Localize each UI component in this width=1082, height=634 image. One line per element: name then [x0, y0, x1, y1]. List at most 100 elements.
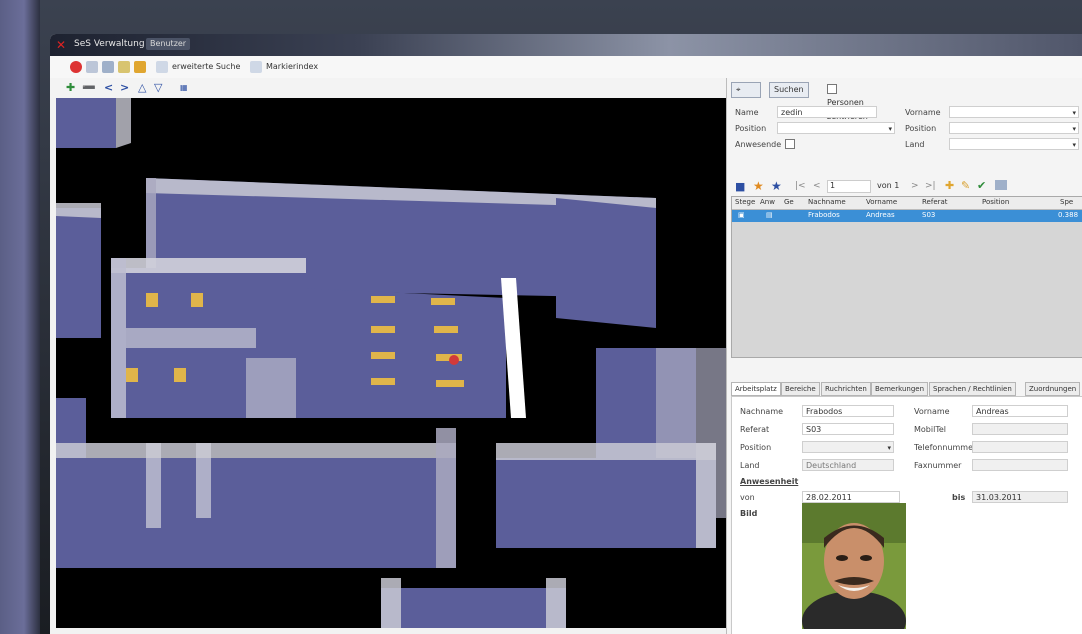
room-lower-right — [496, 458, 716, 548]
checkbox-center-persons[interactable]: Personen zentrieren — [823, 82, 872, 121]
view-icon[interactable]: ▦ — [180, 82, 188, 93]
prev-page-icon[interactable]: < — [813, 181, 821, 191]
page-number-field[interactable]: 1 — [827, 180, 871, 193]
arrow-down-icon[interactable]: ▽ — [154, 82, 162, 93]
room-lower-block — [56, 458, 456, 568]
tab-arbeitsplatz[interactable]: Arbeitsplatz — [731, 382, 781, 396]
room-top-left — [56, 98, 116, 148]
von-field[interactable]: 28.02.2011 — [802, 491, 900, 503]
row-icon: ▣ — [738, 211, 745, 219]
column-header[interactable]: Stege — [735, 198, 755, 206]
room-right — [556, 198, 656, 328]
table-row[interactable]: ▣ ▤ Frabodos Andreas S03 0.388 — [732, 210, 1082, 222]
von-label: von — [740, 493, 755, 502]
tab-bemerkungen[interactable]: Bemerkungen — [871, 382, 929, 396]
title-bar: ✕ SeS Verwaltung Benutzer — [50, 34, 1082, 56]
edit-icon[interactable] — [118, 61, 130, 73]
right-panel: ⌖ Suchen Personen zentrieren Name zedin … — [726, 78, 1082, 634]
land-detail-label: Land — [740, 461, 760, 470]
center-persons-checkbox[interactable] — [827, 83, 837, 94]
marker-icon[interactable] — [250, 61, 262, 73]
table-cell: 0.388 — [1058, 211, 1079, 219]
telefonnummer-field[interactable] — [972, 441, 1068, 453]
add-icon[interactable]: ✚ — [945, 179, 954, 192]
zoom-out-icon[interactable]: ➖ — [82, 82, 96, 93]
zoom-in-icon[interactable]: ✚ — [66, 82, 75, 93]
navigation-toolbar: ✚ ➖ < > △ ▽ ▦ — [50, 78, 726, 98]
key-icon[interactable] — [134, 61, 146, 73]
column-header[interactable]: Anw — [760, 198, 775, 206]
markers-button[interactable]: Markierindex — [266, 62, 318, 71]
folder-icon[interactable]: ■ — [735, 180, 745, 193]
chevron-down-icon: ▾ — [1072, 141, 1076, 149]
person-marker — [449, 355, 459, 365]
telefonnummer-label: Telefonnummer — [914, 443, 977, 452]
position-detail-field[interactable]: ▾ — [802, 441, 894, 453]
referat-field[interactable]: S03 — [802, 423, 894, 435]
grid-header: Stege Anw Ge Nachname Vorname Referat Po… — [732, 197, 1082, 210]
column-header[interactable]: Spe — [1060, 198, 1073, 206]
laptop-edge — [0, 0, 40, 634]
search-icon[interactable] — [156, 61, 168, 73]
extended-search-button[interactable]: erweiterte Suche — [172, 62, 240, 71]
arrow-up-icon[interactable]: △ — [138, 82, 146, 93]
results-grid: Stege Anw Ge Nachname Vorname Referat Po… — [731, 196, 1082, 358]
position2-field[interactable]: ▾ — [949, 122, 1079, 134]
next-page-icon[interactable]: > — [911, 181, 919, 191]
tab-ruchrichten[interactable]: Ruchrichten — [821, 382, 871, 396]
chevron-down-icon: ▾ — [887, 444, 891, 452]
position-detail-label: Position — [740, 443, 772, 452]
arrow-left-icon[interactable]: < — [104, 82, 113, 93]
first-page-icon[interactable]: |< — [795, 181, 806, 191]
arrow-right-icon[interactable]: > — [120, 82, 129, 93]
tab-pin[interactable]: ⌖ — [731, 82, 761, 98]
column-header[interactable]: Ge — [784, 198, 794, 206]
column-header[interactable]: Position — [982, 198, 1009, 206]
position2-label: Position — [905, 124, 937, 133]
bis-field[interactable]: 31.03.2011 — [972, 491, 1068, 503]
mobiltel-field[interactable] — [972, 423, 1068, 435]
detail-tabs: Arbeitsplatz Bereiche Ruchrichten Bemerk… — [731, 382, 1082, 396]
pager-toolbar: ■ ★ ★ |< < 1 von 1 > >| ✚ ✎ ✔ — [731, 178, 1079, 196]
print-icon[interactable] — [995, 180, 1007, 190]
vorname-detail-label: Vorname — [914, 407, 950, 416]
table-cell: Andreas — [866, 211, 895, 219]
name-field[interactable]: zedin — [777, 106, 877, 118]
bis-label: bis — [952, 493, 966, 502]
last-page-icon[interactable]: >| — [925, 181, 936, 191]
detail-panel: Nachname Frabodos Vorname Andreas Refera… — [731, 396, 1082, 634]
star-icon[interactable]: ★ — [753, 179, 764, 193]
position-field[interactable]: ▾ — [777, 122, 895, 134]
mobiltel-label: MobilTel — [914, 425, 946, 434]
person-photo — [802, 503, 906, 629]
land-field[interactable]: ▾ — [949, 138, 1079, 150]
pencil-icon[interactable]: ✎ — [961, 179, 970, 192]
column-header[interactable]: Referat — [922, 198, 948, 206]
faxnummer-label: Faxnummer — [914, 461, 962, 470]
column-header[interactable]: Vorname — [866, 198, 897, 206]
app-logo-icon: ✕ — [56, 38, 67, 52]
nachname-field[interactable]: Frabodos — [802, 405, 894, 417]
anwesende-label: Anwesende — [735, 140, 782, 149]
table-cell: Frabodos — [808, 211, 840, 219]
tab-sprachen[interactable]: Sprachen / Rechtlinien — [929, 382, 1016, 396]
print-icon[interactable] — [102, 61, 114, 73]
star-blue-icon[interactable]: ★ — [771, 179, 782, 193]
tab-search[interactable]: Suchen — [769, 82, 809, 98]
chevron-down-icon: ▾ — [1072, 125, 1076, 133]
delete-icon[interactable]: ✔ — [977, 179, 986, 192]
anwesenheit-heading: Anwesenheit — [740, 477, 799, 486]
portrait-svg — [802, 503, 906, 629]
room-bottom — [381, 588, 566, 628]
tab-zuordnungen[interactable]: Zuordnungen — [1025, 382, 1081, 396]
save-icon[interactable] — [86, 61, 98, 73]
vorname-detail-field[interactable]: Andreas — [972, 405, 1068, 417]
faxnummer-field[interactable] — [972, 459, 1068, 471]
tab-bereiche[interactable]: Bereiche — [781, 382, 820, 396]
land-detail-field[interactable]: Deutschland — [802, 459, 894, 471]
column-header[interactable]: Nachname — [808, 198, 846, 206]
anwesende-checkbox[interactable] — [785, 139, 795, 149]
record-icon[interactable] — [70, 61, 82, 73]
vorname-field[interactable]: ▾ — [949, 106, 1079, 118]
floorplan-3d-view[interactable] — [56, 98, 726, 628]
